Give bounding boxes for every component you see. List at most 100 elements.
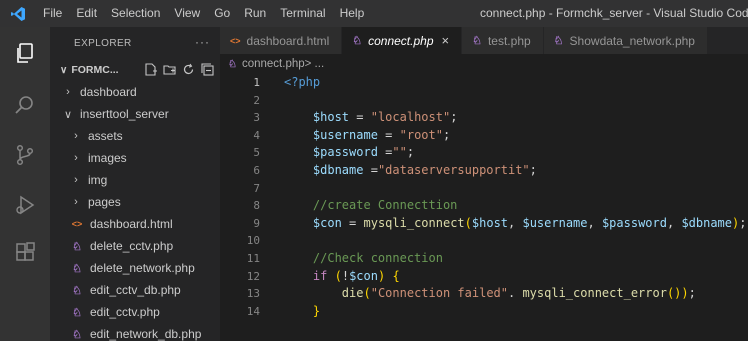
run-debug-icon[interactable] [13, 193, 37, 217]
code-token: //create Connecttion [312, 198, 458, 213]
code-token: = [363, 162, 378, 177]
breadcrumb: ♘ connect.php > ... [220, 54, 324, 74]
collapse-all-icon[interactable] [201, 63, 214, 76]
tab-test-php[interactable]: ♘ test.php [462, 27, 544, 54]
tree-item-label: assets [88, 129, 123, 143]
menu-item-go[interactable]: Go [207, 0, 237, 27]
menu-item-edit[interactable]: Edit [69, 0, 104, 27]
more-actions-icon[interactable]: ··· [195, 35, 210, 49]
code-line: 3 $host = "localhost"; [220, 109, 748, 127]
tab-connect-php[interactable]: ♘ connect.php × [342, 27, 463, 54]
editor-tabs: <> dashboard.html ♘ connect.php × ♘ test.php ♘ S… [220, 27, 748, 54]
tree-file[interactable]: <> dashboard.html [50, 213, 220, 235]
code-line: 12 if (! $con) { [220, 268, 748, 286]
php-file-icon: ♘ [72, 262, 82, 275]
tree-file[interactable]: ♘ delete_network.php [50, 257, 220, 279]
tree-folder[interactable]: › images [50, 147, 220, 169]
tree-folder[interactable]: › img [50, 169, 220, 191]
code-token: ; [529, 162, 537, 177]
tree-item-label: dashboard [80, 85, 137, 99]
code-token: = [341, 215, 364, 230]
menu-item-file[interactable]: File [36, 0, 69, 27]
code-line: 4 $username = "root"; [220, 127, 748, 145]
line-number: 7 [253, 181, 260, 195]
code-line: 2 [220, 92, 748, 110]
tab-dashboard-html[interactable]: <> dashboard.html [220, 27, 343, 54]
code-token: mysqli_connect [363, 215, 465, 230]
tab-label: dashboard.html [246, 33, 330, 48]
chevron-down-icon: ∨ [60, 64, 68, 76]
code-token: , [508, 215, 523, 230]
tab-showdata_network-php[interactable]: ♘ Showdata_network.php [543, 27, 708, 54]
code-token: $con [312, 215, 342, 230]
workspace-name: FORMC... [71, 64, 119, 76]
new-file-icon[interactable] [144, 63, 157, 76]
code-token: die [341, 286, 364, 301]
tree-file[interactable]: ♘ edit_cctv.php [50, 301, 220, 323]
code-token: ; [406, 145, 415, 160]
code-token: = [377, 145, 393, 160]
search-icon[interactable] [13, 93, 37, 117]
refresh-icon[interactable] [182, 63, 195, 76]
menu-item-help[interactable]: Help [333, 0, 372, 27]
tree-file[interactable]: ♘ edit_network_db.php [50, 323, 220, 341]
tree-item-label: delete_network.php [90, 261, 195, 275]
code-token: ) [377, 268, 386, 283]
line-number: 12 [246, 269, 260, 283]
tree-item-label: edit_network_db.php [90, 327, 202, 341]
tab-label: connect.php [368, 33, 434, 48]
close-icon[interactable]: × [442, 33, 450, 48]
code-editor[interactable]: 1 <?php 2 3 $host = "localhost"; 4 $username… [220, 74, 748, 320]
extensions-icon[interactable] [13, 241, 37, 265]
activity-bar [0, 27, 50, 341]
menu-item-terminal[interactable]: Terminal [273, 0, 332, 27]
php-file-icon: ♘ [472, 35, 482, 47]
chevron-right-icon: › [74, 174, 78, 186]
tree-item-label: images [88, 151, 127, 165]
code-token: ( [464, 215, 472, 230]
workspace-section-header[interactable]: ∨ FORMC... [50, 59, 220, 81]
breadcrumb-rest[interactable]: > ... [305, 58, 325, 70]
breadcrumb-file[interactable]: connect.php [242, 58, 305, 70]
explorer-toolbar [144, 63, 214, 76]
code-token: () [666, 286, 682, 301]
tree-folder[interactable]: › pages [50, 191, 220, 213]
code-token: ; [442, 127, 451, 142]
menu-item-run[interactable]: Run [237, 0, 273, 27]
code-line: 10 [220, 232, 748, 250]
php-file-icon: ♘ [72, 284, 82, 297]
tree-folder[interactable]: › assets [50, 125, 220, 147]
tree-file[interactable]: ♘ edit_cctv_db.php [50, 279, 220, 301]
tab-label: Showdata_network.php [569, 33, 695, 48]
code-line: 13 die("Connection failed". mysqli_conne… [220, 285, 748, 303]
new-folder-icon[interactable] [163, 63, 176, 76]
tree-folder[interactable]: › dashboard [50, 81, 220, 103]
line-number: 14 [246, 304, 260, 318]
code-token: //Check connection [312, 250, 443, 265]
menu-item-view[interactable]: View [167, 0, 207, 27]
chevron-right-icon: › [74, 130, 78, 142]
menu-item-selection[interactable]: Selection [104, 0, 167, 27]
code-line: 11 //Check connection [220, 250, 748, 268]
code-token: ) [732, 215, 740, 230]
code-token: <?php [284, 75, 321, 89]
tree-folder[interactable]: ∨ inserttool_server [50, 103, 220, 125]
code-token: ( [363, 286, 371, 301]
source-control-icon[interactable] [13, 143, 37, 167]
code-token: $host [312, 110, 350, 125]
php-file-icon: ♘ [72, 306, 82, 319]
code-token: $dbname [312, 162, 364, 177]
chevron-down-icon: ∨ [63, 108, 73, 121]
tree-file[interactable]: ♘ delete_cctv.php [50, 235, 220, 257]
explorer-icon[interactable] [13, 41, 37, 65]
code-line: 1 <?php [220, 74, 748, 92]
title-bar: File Edit Selection View Go Run Terminal Help c… [0, 0, 748, 27]
